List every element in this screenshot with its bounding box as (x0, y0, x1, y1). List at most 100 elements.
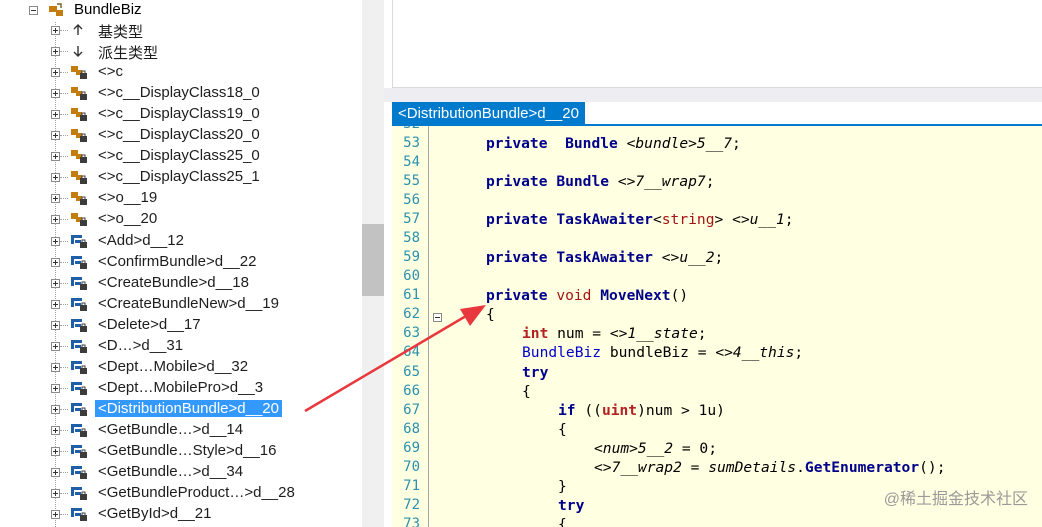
tree-item[interactable]: <>o__19 (0, 188, 362, 209)
tree-scrollbar-thumb[interactable] (362, 224, 384, 296)
line-number: 64 (403, 344, 420, 361)
code-token: (( (575, 401, 602, 419)
tree-item[interactable]: <CreateBundleNew>d__19 (0, 294, 362, 315)
expand-toggle[interactable] (51, 299, 60, 309)
tree-item-label: <CreateBundleNew>d__19 (98, 294, 279, 312)
tree-item-label: 基类型 (98, 24, 144, 41)
expand-toggle[interactable] (51, 131, 60, 141)
line-number: 59 (403, 249, 420, 266)
assembly-tree[interactable]: BundleBiz 基类型 派生类型 <>c <>c__DisplayClass18_0… (0, 0, 362, 527)
expand-toggle[interactable] (51, 236, 60, 246)
expand-toggle[interactable] (51, 468, 60, 478)
tree-item[interactable]: <CreateBundle>d__18 (0, 273, 362, 294)
tree-item[interactable]: <GetBundle…>d__14 (0, 420, 362, 441)
code-token: Bundle (565, 135, 618, 153)
expand-toggle[interactable] (51, 278, 60, 288)
tree-item[interactable]: <Delete>d__17 (0, 315, 362, 336)
tree-item[interactable]: 基类型 (0, 20, 362, 41)
nested-class-icon (70, 106, 88, 122)
tree-item-label: <>c__DisplayClass25_1 (98, 168, 260, 186)
tree-item-label: <GetBundle…>d__14 (98, 420, 244, 438)
tree-item[interactable]: <Dept…MobilePro>d__3 (0, 378, 362, 399)
expand-toggle[interactable] (51, 110, 60, 120)
tree-item[interactable]: 派生类型 (0, 41, 362, 62)
expand-toggle[interactable] (51, 26, 60, 35)
state-machine-icon (70, 317, 88, 333)
pane-splitter[interactable] (384, 88, 1042, 102)
tree-item[interactable]: <>c (0, 62, 362, 83)
tree-item[interactable]: <>c__DisplayClass25_1 (0, 167, 362, 188)
tree-item[interactable]: <Add>d__12 (0, 231, 362, 252)
code-token: private (486, 211, 548, 229)
state-machine-icon (70, 422, 88, 438)
line-number: 70 (403, 458, 420, 475)
tree-item[interactable]: <DistributionBundle>d__20 (0, 399, 362, 420)
derived-types-icon (70, 43, 88, 59)
tree-item[interactable]: <>c__DisplayClass25_0 (0, 146, 362, 167)
tree-item[interactable]: <D…>d__31 (0, 336, 362, 357)
tree-item[interactable]: <GetBundle…Style>d__16 (0, 441, 362, 462)
tree-item-label: <GetBundleProduct…>d__28 (98, 484, 295, 502)
line-number: 72 (403, 496, 420, 513)
code-token: { (558, 515, 567, 527)
tree-item[interactable]: <>c__DisplayClass18_0 (0, 83, 362, 104)
tree-item[interactable]: <Dept…Mobile>d__32 (0, 357, 362, 378)
tab-distribution-bundle[interactable]: <DistributionBundle>d__20 (392, 102, 585, 126)
code-token: <>4__this (715, 344, 795, 362)
expand-toggle[interactable] (51, 173, 60, 183)
tree-item[interactable]: <GetBundle…>d__34 (0, 462, 362, 483)
collapse-toggle[interactable] (433, 313, 442, 322)
expand-toggle[interactable] (51, 89, 60, 99)
tree-item[interactable]: <GetById>d__21 (0, 504, 362, 525)
nested-class-icon (70, 85, 88, 101)
nested-class-icon (70, 211, 88, 227)
expand-toggle[interactable] (51, 257, 60, 267)
line-number: 65 (403, 363, 420, 380)
expand-toggle[interactable] (51, 383, 60, 393)
tree-item[interactable]: <>c__DisplayClass19_0 (0, 104, 362, 125)
expand-toggle[interactable] (51, 489, 60, 499)
expand-toggle[interactable] (51, 341, 60, 351)
expand-toggle[interactable] (51, 215, 60, 225)
watermark-text: @稀土掘金技术社区 (883, 491, 1028, 508)
tree-branch-line (60, 324, 68, 326)
code-token: private (486, 287, 548, 305)
tree-item[interactable]: <>c__DisplayClass20_0 (0, 125, 362, 146)
expand-toggle[interactable] (51, 47, 60, 57)
expand-toggle[interactable] (51, 362, 60, 372)
expand-toggle[interactable] (51, 194, 60, 204)
expand-toggle-root[interactable] (29, 6, 38, 15)
nested-class-icon (70, 190, 88, 206)
code-editor[interactable]: 52 53 private Bundle <bundle>5__7; 54 55 priv… (392, 126, 1042, 527)
expand-toggle[interactable] (51, 447, 60, 456)
code-token: > (714, 211, 733, 229)
expand-toggle[interactable] (51, 152, 60, 162)
code-token: { (486, 306, 495, 324)
expand-toggle[interactable] (51, 320, 60, 330)
expand-toggle[interactable] (51, 68, 60, 78)
expand-toggle[interactable] (51, 425, 60, 435)
tree-root-label[interactable]: BundleBiz (74, 1, 142, 18)
tree-item[interactable]: <ConfirmBundle>d__22 (0, 252, 362, 273)
tree-branch-line (60, 156, 68, 158)
line-number: 71 (403, 477, 420, 494)
code-token: <>1__state (609, 325, 698, 343)
code-token: ; (697, 325, 707, 343)
tree-item[interactable]: <GetBundleProduct…>d__28 (0, 483, 362, 504)
code-line: } (558, 478, 567, 495)
expand-toggle[interactable] (51, 404, 60, 414)
code-line: try (558, 497, 584, 514)
tree-item[interactable]: <>o__20 (0, 209, 362, 230)
code-token: MoveNext (600, 287, 671, 305)
expand-toggle[interactable] (51, 510, 60, 520)
code-line: if ((uint)num > 1u) (558, 402, 725, 419)
code-token: ; (794, 344, 804, 362)
tree-branch-line (60, 366, 68, 368)
tree-item-label: <>c__DisplayClass18_0 (98, 84, 260, 102)
state-machine-icon (70, 359, 88, 375)
